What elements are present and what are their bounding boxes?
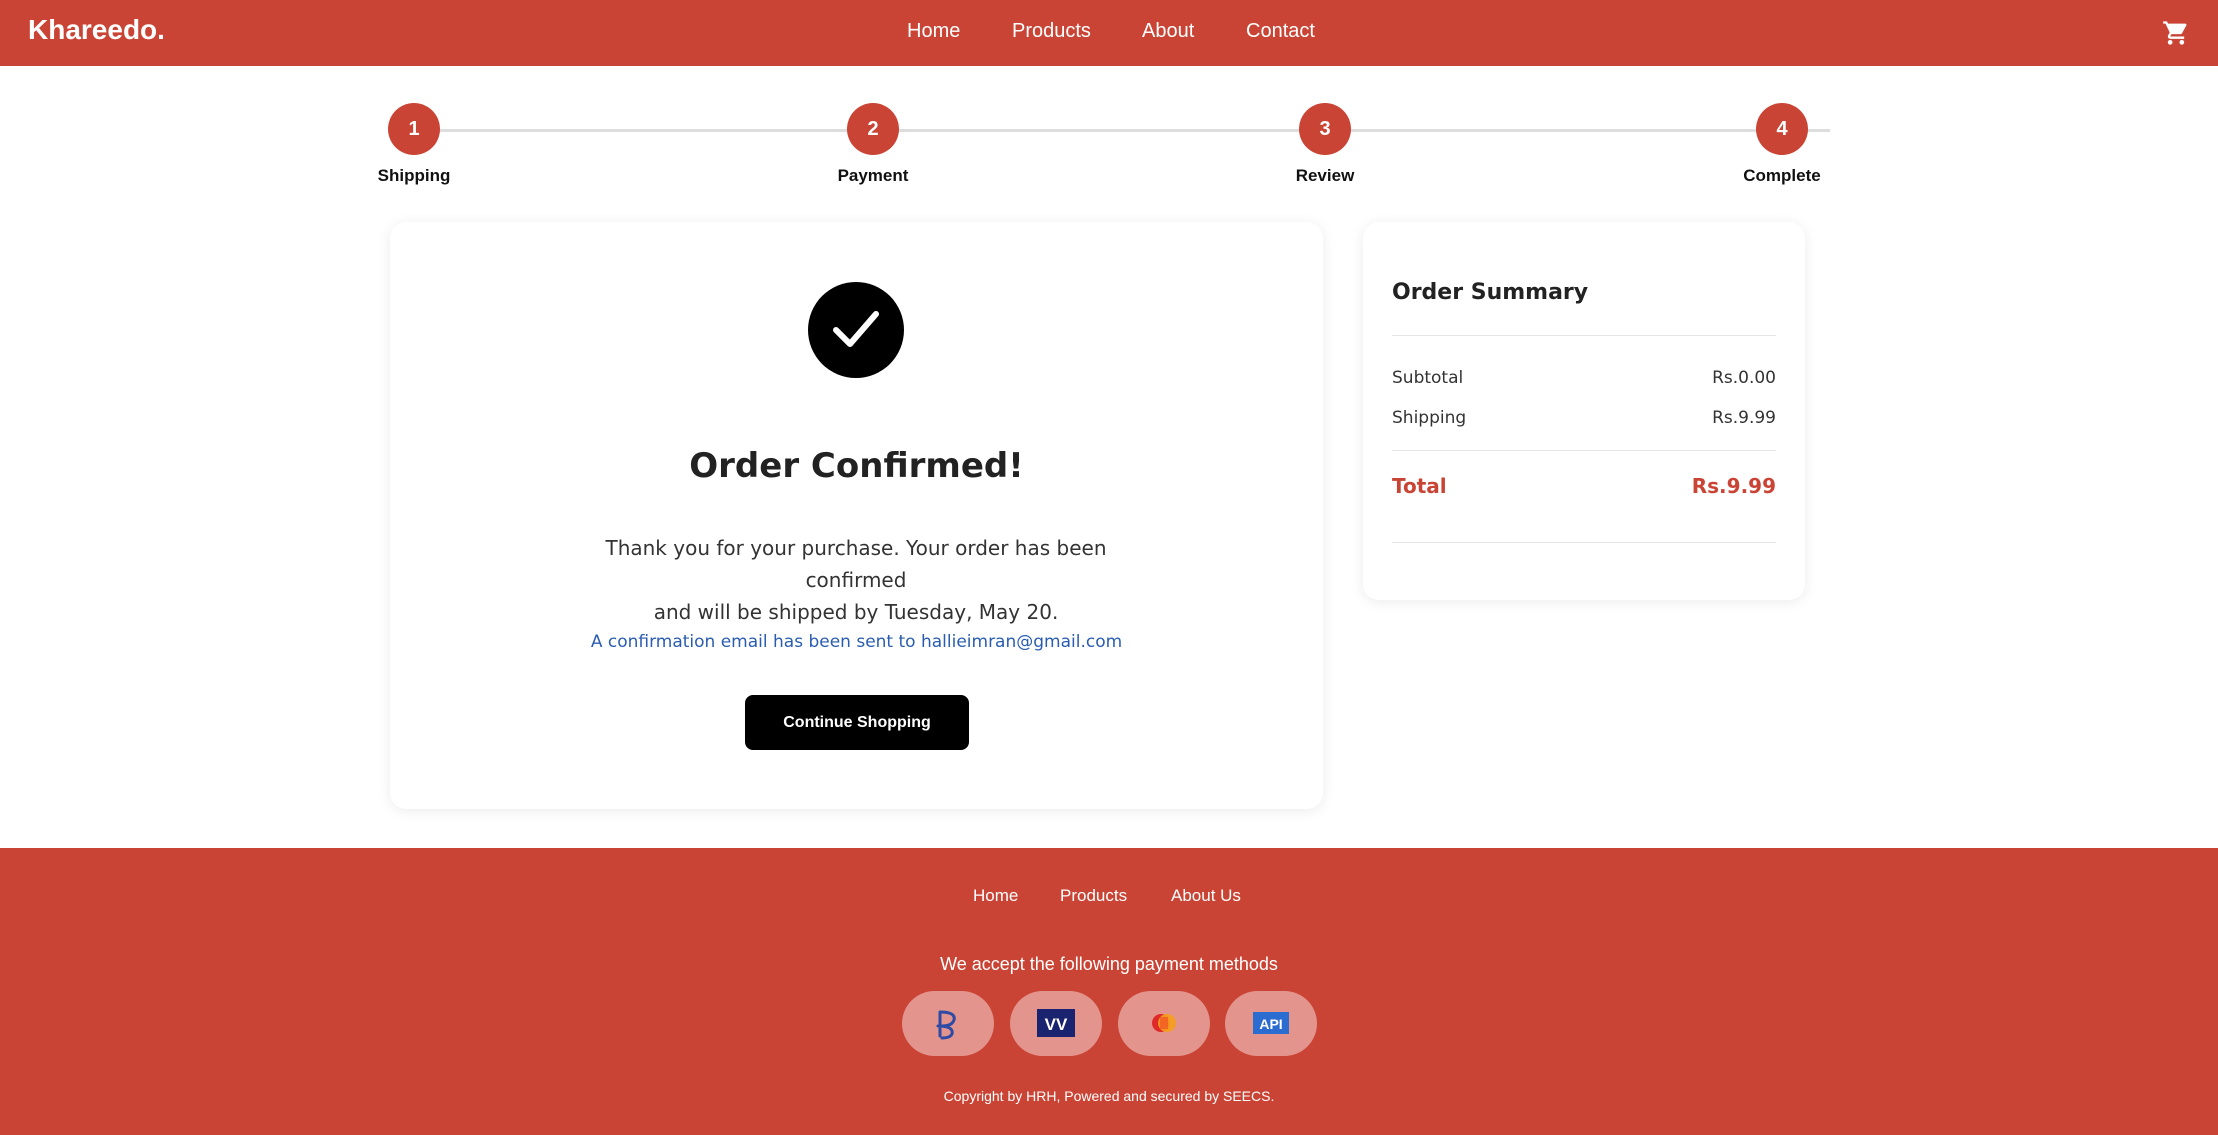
footer: Home Products About Us We accept the fol… (0, 848, 2218, 1135)
shipping-row: Shipping Rs.9.99 (1392, 408, 1776, 432)
step-number: 3 (1299, 103, 1351, 155)
step-label: Review (1295, 166, 1355, 185)
step-number: 1 (388, 103, 440, 155)
main-nav: Home Products About Contact (0, 20, 2218, 46)
svg-text:API: API (1259, 1016, 1282, 1032)
step-number: 2 (847, 103, 899, 155)
nav-home-link[interactable]: Home (907, 20, 960, 43)
confirmation-email-note: A confirmation email has been sent to ha… (590, 632, 1123, 652)
nav-products-link[interactable]: Products (1012, 20, 1091, 43)
shipping-label: Shipping (1392, 408, 1467, 428)
nav-contact-link[interactable]: Contact (1246, 20, 1315, 43)
cart-icon[interactable] (2162, 19, 2190, 47)
api-icon: API (1225, 991, 1317, 1056)
continue-shopping-button[interactable]: Continue Shopping (745, 695, 969, 750)
mastercard-icon (1118, 991, 1210, 1056)
payment-methods-text: We accept the following payment methods (940, 954, 1278, 974)
footer-home-link[interactable]: Home (973, 886, 1018, 906)
total-row: Total Rs.9.99 (1392, 474, 1776, 500)
nav-about-link[interactable]: About (1142, 20, 1194, 43)
step-label: Shipping (377, 166, 451, 185)
top-navbar: Khareedo. Home Products About Contact (0, 0, 2218, 66)
footer-about-link[interactable]: About Us (1171, 886, 1241, 906)
total-label: Total (1392, 474, 1447, 498)
shipping-value: Rs.9.99 (1712, 408, 1776, 428)
visa-icon: VV (1010, 991, 1102, 1056)
footer-products-link[interactable]: Products (1060, 886, 1127, 906)
step-number: 4 (1756, 103, 1808, 155)
order-summary-card: Order Summary Subtotal Rs.0.00 Shipping … (1363, 222, 1805, 600)
checkout-stepper: 1 Shipping 2 Payment 3 Review 4 Complete (378, 100, 1830, 190)
subtotal-label: Subtotal (1392, 368, 1464, 388)
divider (1392, 542, 1776, 543)
stepper-track (390, 129, 1830, 132)
paypal-icon (902, 991, 994, 1056)
checkmark-icon (808, 282, 904, 378)
step-label: Complete (1743, 166, 1821, 185)
step-label: Payment (837, 166, 909, 185)
subtotal-row: Subtotal Rs.0.00 (1392, 368, 1776, 392)
divider (1392, 450, 1776, 451)
svg-text:VV: VV (1045, 1015, 1068, 1034)
confirmation-message-line: Thank you for your purchase. Your order … (605, 536, 1107, 592)
order-summary-title: Order Summary (1392, 280, 1589, 305)
confirmation-title: Order Confirmed! (689, 446, 1024, 486)
copyright-text: Copyright by HRH, Powered and secured by… (943, 1088, 1275, 1104)
total-value: Rs.9.99 (1691, 474, 1776, 498)
confirmation-message: Thank you for your purchase. Your order … (556, 532, 1156, 628)
divider (1392, 335, 1776, 336)
subtotal-value: Rs.0.00 (1712, 368, 1776, 388)
order-confirmation-card: Order Confirmed! Thank you for your purc… (390, 222, 1323, 809)
confirmation-message-line: and will be shipped by Tuesday, May 20. (653, 600, 1059, 624)
